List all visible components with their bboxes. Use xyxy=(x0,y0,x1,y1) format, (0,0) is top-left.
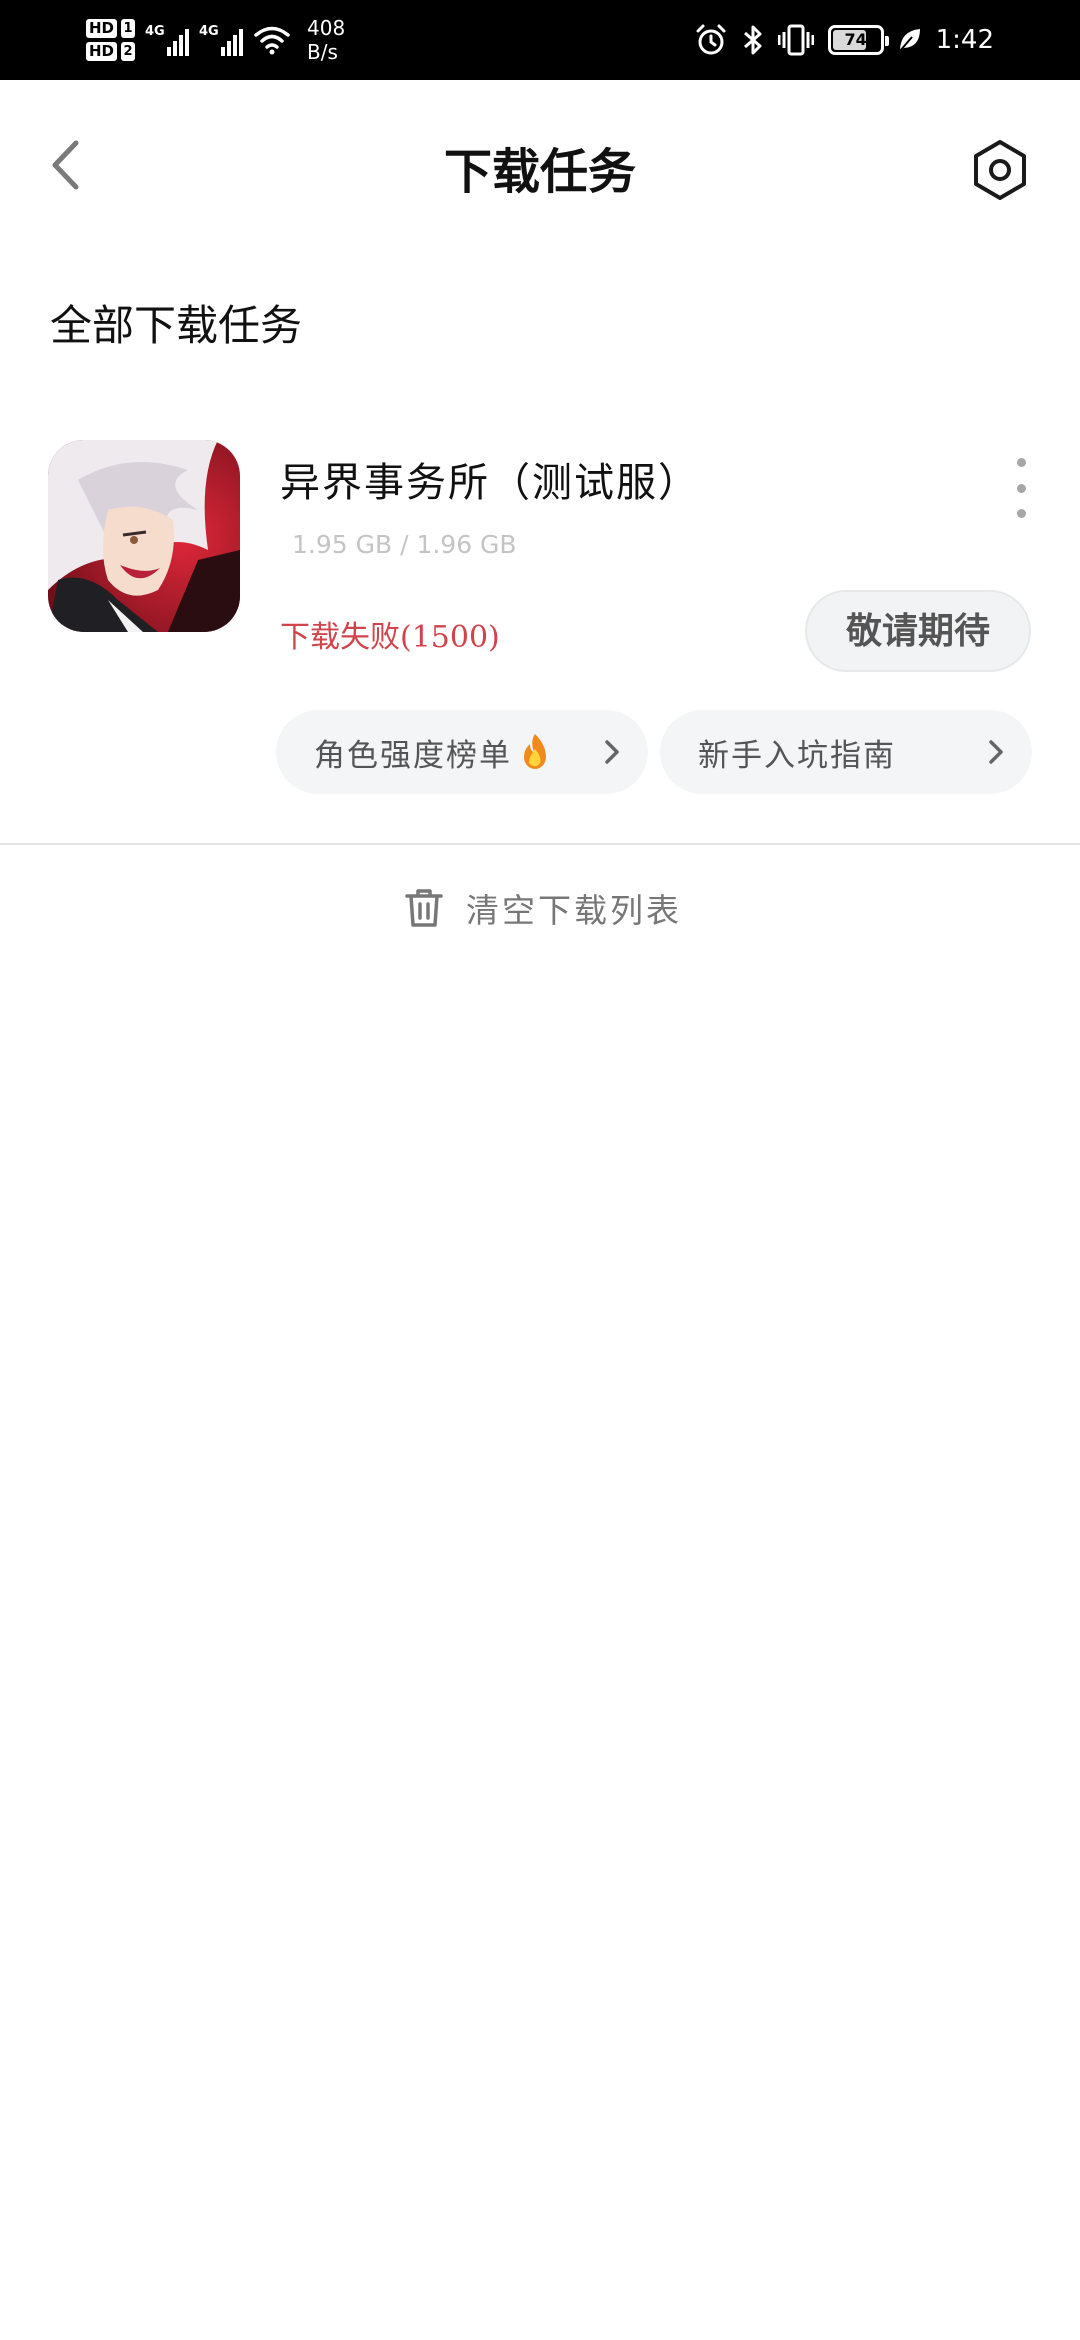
network-speed: 408 B/s xyxy=(307,16,345,64)
status-bar-left: HD 1 HD 2 4G 4G 408 B/s xyxy=(86,12,345,68)
download-size: 1.95 GB / 1.96 GB xyxy=(292,530,517,559)
sim-indicators: HD 1 HD 2 xyxy=(86,19,136,61)
clear-download-list-label: 清空下载列表 xyxy=(466,891,682,930)
network1-label: 4G xyxy=(145,24,165,39)
more-dot xyxy=(1016,458,1026,467)
sim1-indicator: HD 1 xyxy=(86,19,136,38)
app-header: 下载任务 xyxy=(0,80,1080,250)
chip-character-ranking[interactable]: 角色强度榜单 xyxy=(276,710,648,794)
coming-soon-button[interactable]: 敬请期待 xyxy=(805,590,1031,672)
app-name: 异界事务所（测试服） xyxy=(280,460,700,506)
signal-icon-1: 4G xyxy=(145,24,190,56)
signal-icon-2: 4G xyxy=(199,24,244,56)
battery-level: 74 xyxy=(844,30,867,49)
more-dot xyxy=(1016,509,1026,518)
bluetooth-icon xyxy=(743,25,762,55)
hexagon-settings-icon xyxy=(974,140,1026,200)
divider xyxy=(0,843,1080,845)
trash-icon xyxy=(405,889,443,927)
download-task-item: 异界事务所（测试服） 1.95 GB / 1.96 GB 下载失败(1500) … xyxy=(0,430,1080,840)
sim1-number: 1 xyxy=(121,19,136,38)
section-title: 全部下载任务 xyxy=(50,301,303,350)
vibrate-icon xyxy=(777,24,814,56)
sim1-hd-badge: HD xyxy=(86,19,118,38)
sim2-hd-badge: HD xyxy=(86,42,118,61)
more-dot xyxy=(1016,483,1026,493)
network2-label: 4G xyxy=(199,24,219,39)
clear-download-list-button[interactable]: 清空下载列表 xyxy=(404,880,682,936)
fire-icon xyxy=(520,733,550,771)
chevron-right-icon xyxy=(988,739,1004,765)
network-speed-value: 408 xyxy=(307,16,346,40)
wifi-icon xyxy=(254,26,290,55)
more-options-button[interactable] xyxy=(1010,458,1032,518)
chip-beginner-guide[interactable]: 新手入坑指南 xyxy=(660,710,1032,794)
sim2-indicator: HD 2 xyxy=(86,42,136,61)
chip-label: 角色强度榜单 xyxy=(314,737,512,774)
settings-button[interactable] xyxy=(960,130,1040,210)
app-icon-artwork xyxy=(48,440,240,632)
chip-label: 新手入坑指南 xyxy=(698,737,896,774)
alarm-icon xyxy=(696,24,726,55)
status-bar-right: 74 1:42 xyxy=(694,12,994,68)
chevron-right-icon xyxy=(604,739,620,765)
sim2-number: 2 xyxy=(121,42,136,61)
battery-icon: 74 xyxy=(827,25,889,55)
network-speed-unit: B/s xyxy=(307,40,338,64)
status-bar: HD 1 HD 2 4G 4G 408 B/s 74 1:42 xyxy=(0,0,1080,80)
download-status: 下载失败(1500) xyxy=(280,620,500,655)
app-icon[interactable] xyxy=(48,440,240,632)
leaf-icon xyxy=(898,29,920,52)
page-title: 下载任务 xyxy=(443,144,636,200)
clock: 1:42 xyxy=(935,25,994,55)
